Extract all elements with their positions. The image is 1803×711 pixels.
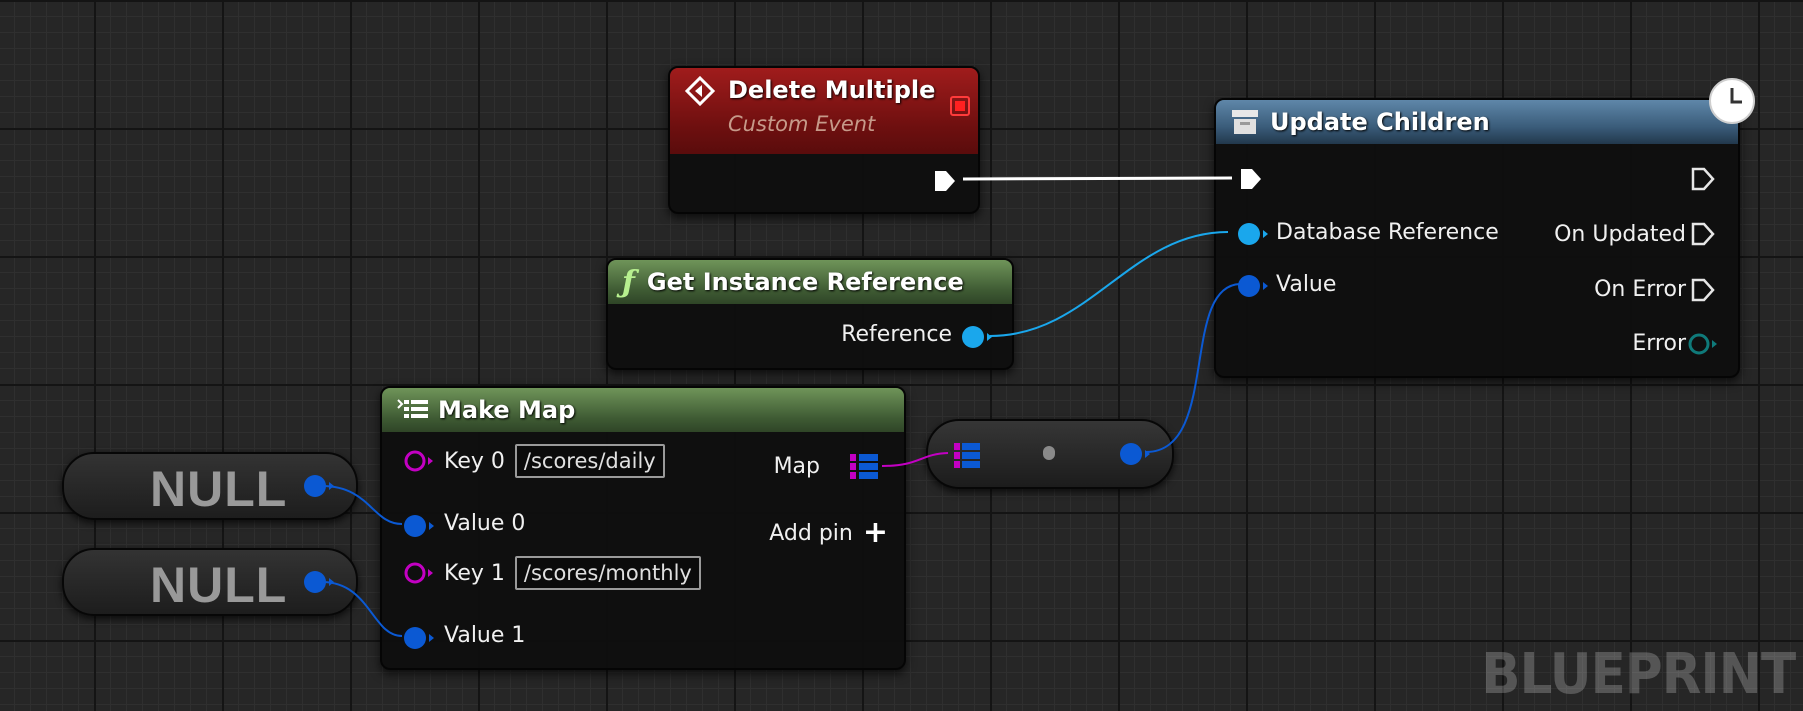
delete-multiple-subtitle: Custom Event [728,112,876,136]
value1-label: Value 1 [444,623,526,648]
delete-multiple-node[interactable]: Delete Multiple Custom Event [668,66,980,214]
error-output-pin[interactable] [1686,331,1720,361]
key1-input-pin[interactable] [402,560,436,590]
value1-input-pin[interactable] [402,625,436,655]
error-label: Error [1632,331,1686,356]
exec-output-pin[interactable] [932,168,958,198]
make-map-node[interactable]: Make Map Key 0 /scores/daily Value 0 Key… [380,386,906,670]
database-reference-input-pin[interactable] [1236,221,1270,251]
delete-multiple-header[interactable]: Delete Multiple Custom Event [670,68,978,154]
replicate-icon [950,96,970,116]
exec-wire [962,176,1233,181]
reference-wire [989,231,1229,337]
null1-output-pin[interactable] [302,473,336,503]
blueprint-watermark: BLUEPRINT [1481,642,1796,707]
on-updated-label: On Updated [1554,222,1686,247]
reference-output-pin[interactable] [960,324,994,354]
get-instance-reference-node[interactable]: ƒ Get Instance Reference Reference [606,258,1014,370]
on-error-pin[interactable] [1690,277,1716,307]
key0-input-pin[interactable] [402,448,436,478]
null-node-2[interactable]: NULL [62,548,358,616]
update-children-header[interactable]: Update Children [1216,100,1738,144]
value0-input-pin[interactable] [402,513,436,543]
null-label-1: NULL [150,461,288,517]
get-instance-reference-title: Get Instance Reference [646,268,964,296]
key1-field[interactable]: /scores/monthly [514,556,701,590]
delete-multiple-title: Delete Multiple [728,76,936,104]
exec-output-pin[interactable] [1690,166,1716,196]
get-instance-reference-header[interactable]: ƒ Get Instance Reference [608,260,1012,304]
add-pin-label: Add pin [769,520,853,546]
conversion-output-pin[interactable] [1118,441,1152,471]
null-label-2: NULL [150,557,288,613]
latent-clock-icon [1707,76,1757,130]
null-node-1[interactable]: NULL [62,452,358,520]
function-icon: ƒ [622,264,635,300]
reference-label: Reference [841,322,952,347]
conversion-dot-icon [1043,446,1055,460]
make-map-title: Make Map [438,396,576,424]
value-input-pin[interactable] [1236,273,1270,303]
exec-input-pin[interactable] [1238,166,1264,196]
map-output-label: Map [773,454,820,479]
value0-label: Value 0 [444,511,526,536]
update-children-title: Update Children [1270,108,1490,136]
value-label: Value [1276,272,1337,297]
add-pin-button[interactable]: Add pin + [769,515,888,550]
map-output-pin[interactable] [848,452,882,486]
null2-output-pin[interactable] [302,569,336,599]
conversion-input-pin[interactable] [952,441,984,475]
make-map-header[interactable]: Make Map [382,388,904,432]
key0-label: Key 0 [444,448,505,474]
on-updated-pin[interactable] [1690,221,1716,251]
event-diamond-icon [684,75,718,107]
map-conversion-node[interactable] [926,419,1174,489]
database-icon [1230,107,1260,137]
key0-field[interactable]: /scores/daily [514,444,665,478]
on-error-label: On Error [1594,277,1686,302]
database-reference-label: Database Reference [1276,220,1499,245]
map-icon [396,396,430,424]
key1-label: Key 1 [444,560,505,586]
update-children-node[interactable]: Update Children Database Reference On Up… [1214,98,1740,378]
plus-icon: + [862,515,888,550]
